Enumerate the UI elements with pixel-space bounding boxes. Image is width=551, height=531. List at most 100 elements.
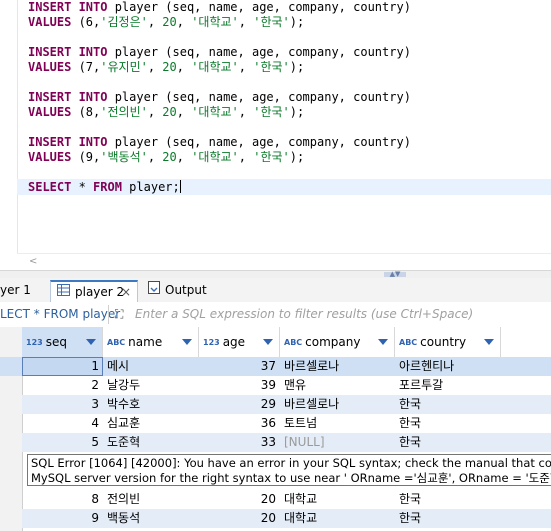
results-grid[interactable]: 123 seq ABC name 123 age ABC company ABC country … — [0, 327, 551, 531]
column-header-country[interactable]: ABC country — [395, 327, 501, 357]
cell-country[interactable]: 포르투갈 — [395, 376, 501, 395]
cell-country[interactable]: 한국 — [395, 414, 501, 433]
sql-string: '유지민' — [100, 60, 148, 74]
table-row[interactable]: 3 박수호 29 바르셀로나 한국 — [22, 395, 551, 414]
scroll-left-arrow-icon[interactable]: < — [29, 256, 37, 267]
cell-company[interactable]: 바르셀로나 — [280, 357, 395, 376]
text-type-icon: ABC — [284, 338, 303, 347]
sql-comma: , — [147, 105, 163, 119]
output-icon — [148, 280, 160, 301]
cell-company[interactable]: 대학교 — [280, 490, 395, 509]
table-row[interactable]: 9 백동석 20 대학교 한국 — [22, 509, 551, 528]
close-icon[interactable]: × — [121, 282, 131, 303]
cell-company[interactable]: 바르셀로나 — [280, 395, 395, 414]
sql-string: '한국' — [253, 105, 290, 119]
sql-text: ); — [289, 150, 305, 164]
cell-age[interactable]: 20 — [199, 490, 280, 509]
cell-name[interactable]: 전의빈 — [103, 490, 199, 509]
cell-name[interactable]: 메시 — [103, 357, 199, 376]
text-type-icon: ABC — [107, 338, 126, 347]
column-header-name[interactable]: ABC name — [103, 327, 199, 357]
sort-dropdown-icon[interactable] — [378, 339, 388, 345]
cell-seq[interactable]: 8 — [22, 490, 103, 509]
sql-text: player; — [121, 180, 180, 194]
query-label[interactable]: LECT * FROM player — [0, 307, 120, 321]
cell-name[interactable]: 날강두 — [103, 376, 199, 395]
sql-text: (8, — [71, 105, 101, 119]
sql-text: ); — [289, 60, 305, 74]
sql-string: '김정은' — [100, 15, 148, 29]
table-row[interactable]: 5 도준혁 33 [NULL] 한국 — [22, 433, 551, 452]
sql-comma: , — [238, 60, 254, 74]
filter-input[interactable] — [135, 305, 545, 323]
tab-player-1[interactable]: yer 1 — [0, 280, 48, 302]
column-name: company — [305, 335, 361, 349]
column-name: country — [420, 335, 467, 349]
sql-comma: , — [147, 150, 163, 164]
row-header-selected[interactable] — [0, 357, 22, 376]
table-row[interactable]: 1 메시 37 바르셀로나 아르헨티나 — [22, 357, 551, 376]
editor-horizontal-scrollbar[interactable]: < — [17, 253, 551, 270]
table-row[interactable]: 2 날강두 39 맨유 포르투갈 — [22, 376, 551, 395]
cell-country[interactable]: 한국 — [395, 490, 501, 509]
code-line: INSERT INTO player (seq, name, age, comp… — [28, 0, 411, 15]
cell-name[interactable]: 박수호 — [103, 395, 199, 414]
cell-company[interactable]: [NULL] — [280, 433, 395, 452]
code-line: VALUES (7,'유지민', 20, '대학교', '한국'); — [28, 60, 304, 75]
sql-string: '한국' — [253, 15, 290, 29]
column-header-age[interactable]: 123 age — [199, 327, 280, 357]
table-row[interactable]: 8 전의빈 20 대학교 한국 — [22, 490, 551, 509]
table-row[interactable]: 4 심교훈 36 토트넘 한국 — [22, 414, 551, 433]
cell-age[interactable]: 33 — [199, 433, 280, 452]
cell-company[interactable]: 토트넘 — [280, 414, 395, 433]
error-line-2: MySQL server version for the right synta… — [31, 471, 551, 485]
tab-player-2[interactable]: player 2 × — [50, 280, 138, 302]
column-header-seq[interactable]: 123 seq — [22, 327, 103, 357]
sql-number: 20 — [162, 15, 177, 29]
sort-dropdown-icon[interactable] — [182, 339, 192, 345]
sql-keyword: INSERT INTO — [28, 135, 108, 149]
text-caret — [179, 180, 181, 193]
sql-number: 20 — [162, 60, 177, 74]
cell-country[interactable]: 한국 — [395, 395, 501, 414]
tab-label: Output — [165, 283, 207, 297]
column-header-label: 123 age — [203, 327, 245, 358]
collapse-toggle-icon[interactable]: ▲▼ — [384, 271, 406, 278]
sql-text: (6, — [71, 15, 101, 29]
code-line: INSERT INTO player (seq, name, age, comp… — [28, 45, 411, 60]
expand-filter-icon[interactable]: ⛶ — [115, 307, 123, 322]
cell-company[interactable]: 대학교 — [280, 509, 395, 528]
column-header-company[interactable]: ABC company — [280, 327, 395, 357]
sql-comma: , — [238, 15, 254, 29]
cell-name[interactable]: 백동석 — [103, 509, 199, 528]
cell-name[interactable]: 심교훈 — [103, 414, 199, 433]
cell-seq[interactable]: 4 — [22, 414, 103, 433]
cell-seq[interactable]: 2 — [22, 376, 103, 395]
cell-company[interactable]: 맨유 — [280, 376, 395, 395]
sql-string: '전의빈' — [100, 105, 148, 119]
sql-editor[interactable]: INSERT INTO player (seq, name, age, comp… — [0, 0, 551, 270]
sort-dropdown-icon[interactable] — [86, 339, 96, 345]
cell-age[interactable]: 39 — [199, 376, 280, 395]
cell-age[interactable]: 20 — [199, 509, 280, 528]
cell-age[interactable]: 37 — [199, 357, 280, 376]
code-line: VALUES (6,'김정은', 20, '대학교', '한국'); — [28, 15, 304, 30]
cell-country[interactable]: 아르헨티나 — [395, 357, 501, 376]
cell-seq[interactable]: 5 — [22, 433, 103, 452]
cell-age[interactable]: 29 — [199, 395, 280, 414]
sort-dropdown-icon[interactable] — [484, 339, 494, 345]
cell-name[interactable]: 도준혁 — [103, 433, 199, 452]
cell-seq[interactable]: 1 — [22, 357, 103, 376]
sql-comma: , — [238, 105, 254, 119]
sql-keyword: INSERT INTO — [28, 45, 108, 59]
cell-country[interactable]: 한국 — [395, 433, 501, 452]
sql-string: '대학교' — [191, 60, 239, 74]
tab-output[interactable]: Output — [142, 280, 222, 302]
cell-seq[interactable]: 9 — [22, 509, 103, 528]
cell-age[interactable]: 36 — [199, 414, 280, 433]
sql-string: '대학교' — [191, 15, 239, 29]
sort-dropdown-icon[interactable] — [263, 339, 273, 345]
cell-country[interactable]: 한국 — [395, 509, 501, 528]
cell-seq[interactable]: 3 — [22, 395, 103, 414]
sql-string: '백동석' — [100, 150, 148, 164]
